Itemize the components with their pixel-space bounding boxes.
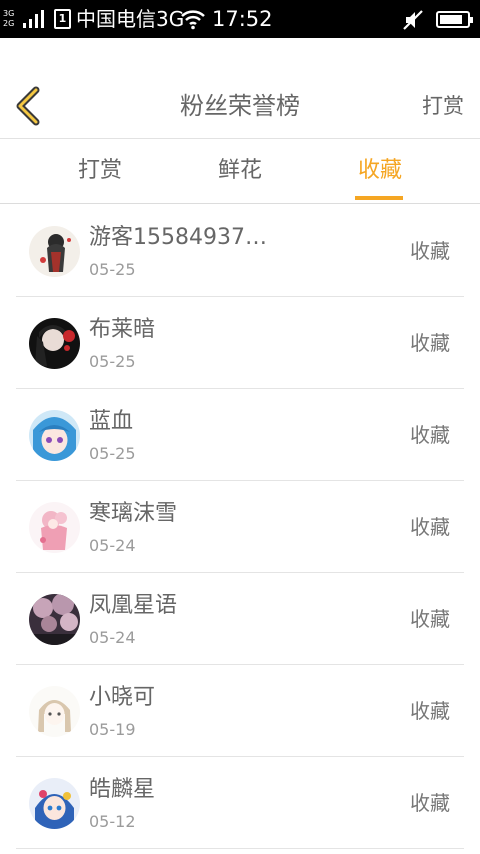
network-type-indicator: 3G 2G — [3, 9, 19, 29]
network-top-label: 3G — [3, 9, 15, 18]
fan-date: 05-25 — [89, 352, 136, 371]
fan-action: 收藏 — [410, 239, 450, 263]
sim-card-icon: 1 — [54, 9, 71, 29]
divider — [16, 848, 464, 849]
fan-action: 收藏 — [410, 423, 450, 447]
list-item[interactable]: 布莱暗 05-25 收藏 — [0, 297, 480, 389]
fan-action: 收藏 — [410, 699, 450, 723]
page-title: 粉丝荣誉榜 — [180, 92, 300, 120]
tab-flowers[interactable]: 鲜花 — [208, 140, 272, 204]
fan-action: 收藏 — [410, 331, 450, 355]
list-item[interactable]: 寒璃沫雪 05-24 收藏 — [0, 481, 480, 573]
avatar — [29, 502, 80, 553]
clock: 17:52 — [212, 7, 273, 31]
fan-action: 收藏 — [410, 515, 450, 539]
list-item[interactable]: 游客15584937… 05-25 收藏 — [0, 205, 480, 297]
fan-action: 收藏 — [410, 607, 450, 631]
fan-name: 小晓可 — [89, 685, 156, 710]
avatar — [29, 226, 80, 277]
fan-name: 蓝血 — [89, 409, 134, 434]
network-bottom-label: 2G — [3, 19, 15, 28]
fan-date: 05-25 — [89, 260, 136, 279]
active-tab-indicator — [355, 196, 403, 200]
signal-icon — [23, 10, 44, 28]
fan-date: 05-25 — [89, 444, 136, 463]
fan-date: 05-19 — [89, 720, 136, 739]
tab-favorites[interactable]: 收藏 — [348, 140, 412, 204]
fan-action: 收藏 — [410, 791, 450, 815]
avatar — [29, 410, 80, 461]
wifi-icon — [181, 10, 205, 30]
avatar — [29, 594, 80, 645]
carrier-label: 中国电信3G — [76, 7, 185, 31]
avatar — [29, 686, 80, 737]
app-header: 粉丝荣誉榜 打赏 — [0, 38, 480, 139]
list-item[interactable]: 小晓可 05-19 收藏 — [0, 665, 480, 757]
battery-icon — [436, 11, 473, 28]
list-item[interactable]: 蓝血 05-25 收藏 — [0, 389, 480, 481]
fan-date: 05-12 — [89, 812, 136, 831]
reward-button[interactable]: 打赏 — [422, 88, 464, 124]
mute-icon — [403, 10, 423, 30]
status-bar: 3G 2G 1 中国电信3G 17:52 — [0, 0, 480, 38]
fan-name: 寒璃沫雪 — [89, 501, 178, 526]
fan-date: 05-24 — [89, 536, 136, 555]
fan-name: 游客15584937… — [89, 225, 267, 250]
avatar — [29, 778, 80, 829]
tab-bar: 打赏 鲜花 收藏 — [0, 140, 480, 204]
tab-reward[interactable]: 打赏 — [68, 140, 132, 204]
list-item[interactable]: 凤凰星语 05-24 收藏 — [0, 573, 480, 665]
battery-level — [440, 15, 462, 24]
fan-date: 05-24 — [89, 628, 136, 647]
fan-name: 布莱暗 — [89, 317, 156, 342]
fan-name: 皓麟星 — [89, 777, 156, 802]
list-item[interactable]: 皓麟星 05-12 收藏 — [0, 757, 480, 849]
avatar — [29, 318, 80, 369]
fan-name: 凤凰星语 — [89, 593, 178, 618]
